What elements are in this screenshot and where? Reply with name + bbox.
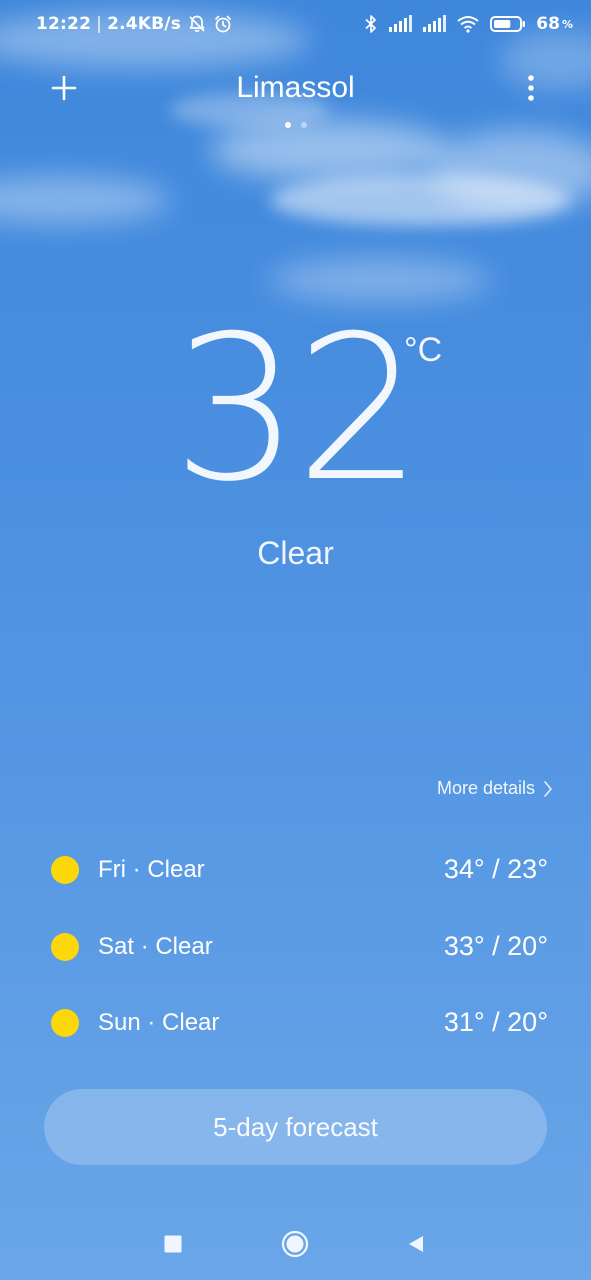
recents-button[interactable] [155, 1226, 191, 1262]
forecast-day-label: Fri · Clear [98, 856, 205, 883]
header: Limassol [0, 60, 591, 116]
signal-icon [388, 15, 413, 33]
city-title: Limassol [236, 71, 355, 104]
page-indicator [0, 122, 591, 128]
battery-percent: 68 [536, 14, 560, 34]
back-button[interactable] [398, 1226, 434, 1262]
current-temperature: 32 °C [0, 300, 591, 520]
status-left: 12:22 | 2.4KB/s [36, 14, 233, 34]
recents-square-icon [164, 1235, 182, 1253]
status-separator: | [96, 14, 103, 34]
bell-off-icon [187, 14, 207, 34]
temperature-unit: °C [404, 331, 443, 369]
battery-icon [490, 15, 526, 33]
more-details-link[interactable]: More details [437, 778, 553, 799]
sun-icon [51, 933, 79, 961]
navigation-bar [0, 1214, 591, 1274]
home-circle-icon [281, 1230, 309, 1258]
more-options-button[interactable] [519, 68, 543, 108]
forecast-row-sun[interactable]: Sun · Clear 31° / 20° [0, 993, 591, 1053]
forecast-row-fri[interactable]: Fri · Clear 34° / 23° [0, 840, 591, 900]
wifi-icon [456, 15, 480, 33]
status-right: 68 % [364, 14, 573, 34]
more-vertical-icon [528, 75, 534, 101]
forecast-temp-range: 34° / 23° [443, 854, 548, 884]
forecast-temp-range: 31° / 20° [443, 1007, 548, 1037]
temperature-value: 32 [172, 293, 422, 526]
signal-icon [422, 15, 447, 33]
more-details-label: More details [436, 778, 535, 798]
forecast-day-label: Sat · Clear [98, 933, 213, 960]
five-day-forecast-button[interactable]: 5-day forecast [44, 1089, 547, 1165]
network-speed: 2.4KB/s [107, 14, 182, 34]
bluetooth-icon [364, 14, 378, 34]
page-dot-active [284, 122, 291, 128]
sun-icon [51, 1009, 79, 1037]
status-time: 12:22 [36, 14, 92, 34]
page-dot [300, 122, 307, 128]
back-triangle-icon [409, 1236, 423, 1252]
sun-icon [51, 856, 79, 884]
weather-screen: 12:22 | 2.4KB/s 68 % Limassol 32 °C Clea… [0, 0, 591, 1280]
forecast-row-sat[interactable]: Sat · Clear 33° / 20° [0, 917, 591, 977]
current-condition: Clear [257, 535, 334, 571]
forecast-day-label: Sun · Clear [98, 1009, 220, 1036]
home-button[interactable] [277, 1226, 313, 1262]
alarm-icon [213, 14, 233, 34]
forecast-temp-range: 33° / 20° [443, 931, 548, 961]
battery-unit: % [561, 17, 573, 31]
status-bar: 12:22 | 2.4KB/s 68 % [0, 0, 591, 52]
chevron-right-icon [543, 780, 553, 798]
